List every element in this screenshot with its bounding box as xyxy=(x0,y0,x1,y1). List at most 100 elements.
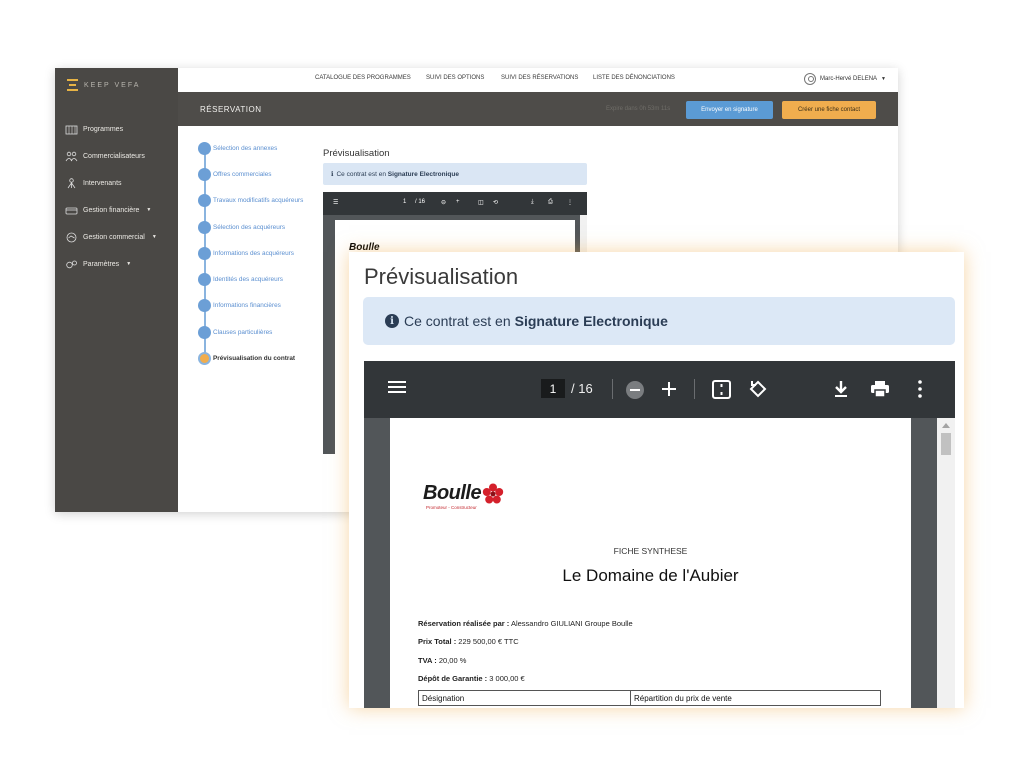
page-title: RÉSERVATION xyxy=(200,105,262,114)
zoom-out-icon[interactable]: ⊖ xyxy=(441,199,446,206)
expiry-timer: Expire dans 0h 53m 11s xyxy=(606,106,671,112)
preview-title: Prévisualisation xyxy=(323,148,390,159)
sidebar: KEEP VEFA Programmes Commercialisateurs … xyxy=(55,68,178,512)
sidebar-item-gestion-financiere[interactable]: Gestion financière ▼ xyxy=(65,203,151,217)
menu-icon[interactable]: ☰ xyxy=(333,199,338,206)
scroll-up-arrow-icon[interactable] xyxy=(942,423,950,428)
signature-alert: i Ce contrat est en Signature Electroniq… xyxy=(363,297,955,345)
logo-icon xyxy=(67,79,78,91)
more-options-icon[interactable] xyxy=(918,380,922,398)
nav-link-catalogue[interactable]: CATALOGUE DES PROGRAMMES xyxy=(315,75,411,81)
step-label: Offres commerciales xyxy=(213,171,272,178)
fit-page-icon[interactable]: ◫ xyxy=(478,199,484,206)
handshake-icon xyxy=(66,232,77,242)
rotate-icon[interactable] xyxy=(748,379,768,399)
step-dot xyxy=(198,168,211,181)
field-label: Prix Total : xyxy=(418,637,457,646)
field-value: 20,00 % xyxy=(438,656,467,665)
send-signature-button[interactable]: Envoyer en signature xyxy=(686,101,773,119)
field-value: 229 500,00 € TTC xyxy=(458,637,519,646)
step-item[interactable]: Informations des acquéreurs xyxy=(198,247,308,260)
step-item[interactable]: Clauses particulières xyxy=(198,326,308,339)
nav-link-denonciations[interactable]: LISTE DES DÉNONCIATIONS xyxy=(593,75,675,81)
download-icon[interactable] xyxy=(833,380,849,398)
document-subtitle: FICHE SYNTHESE xyxy=(613,546,688,556)
sidebar-item-commercialisateurs[interactable]: Commercialisateurs xyxy=(65,149,145,163)
step-label: Travaux modificatifs acquéreurs xyxy=(213,197,304,204)
alert-bold-text: Signature Electronique xyxy=(387,170,459,178)
sidebar-item-gestion-commercial[interactable]: Gestion commercial ▼ xyxy=(65,230,157,244)
zoom-out-icon[interactable] xyxy=(625,380,645,400)
download-icon[interactable]: ⤓ xyxy=(531,199,534,206)
step-item[interactable]: Travaux modificatifs acquéreurs xyxy=(198,194,308,207)
user-name: Marc-Hervé DELENA xyxy=(820,76,878,82)
step-dot xyxy=(198,221,211,234)
step-item[interactable]: Sélection des acquéreurs xyxy=(198,221,308,234)
pdf-scrollbar[interactable] xyxy=(937,418,955,708)
user-menu[interactable]: Marc-Hervé DELENA ▼ xyxy=(804,73,886,85)
print-icon[interactable]: ⎙ xyxy=(548,199,553,206)
page-total: / 16 xyxy=(415,199,426,205)
step-label: Informations des acquéreurs xyxy=(213,250,294,257)
step-label: Clauses particulières xyxy=(213,329,273,336)
sidebar-item-programmes[interactable]: Programmes xyxy=(65,122,123,136)
top-navigation: CATALOGUE DES PROGRAMMES SUIVI DES OPTIO… xyxy=(178,68,898,92)
step-dot xyxy=(198,326,211,339)
building-icon xyxy=(65,125,78,134)
toolbar-divider xyxy=(612,379,613,399)
step-item-current[interactable]: Prévisualisation du contrat xyxy=(198,352,308,365)
pdf-toolbar-small: ☰ 1 / 16 ⊖ + ◫ ⟲ ⤓ ⎙ ⋮ xyxy=(323,192,587,215)
page-number-input[interactable]: 1 xyxy=(541,379,565,398)
field-value: 3 000,00 € xyxy=(489,674,525,683)
alert-bold-text: Signature Electronique xyxy=(514,313,668,329)
info-icon: ℹ xyxy=(331,171,334,178)
document-title: Le Domaine de l'Aubier xyxy=(562,566,739,585)
pdf-viewer[interactable]: 1 / 16 Boulle Promoteur - Constructeur F… xyxy=(364,361,955,708)
step-item[interactable]: Sélection des annexes xyxy=(198,142,308,155)
step-item[interactable]: Offres commerciales xyxy=(198,168,308,181)
step-item[interactable]: Identités des acquéreurs xyxy=(198,273,308,286)
caret-down-icon: ▼ xyxy=(146,207,152,213)
print-icon[interactable] xyxy=(870,381,890,398)
fit-page-icon[interactable] xyxy=(712,380,731,399)
alert-text: Ce contrat est en xyxy=(336,170,386,178)
scroll-thumb[interactable] xyxy=(941,433,951,455)
page-total: / 16 xyxy=(571,381,593,396)
field-tva: TVA : 20,00 % xyxy=(418,656,466,665)
nav-link-reservations[interactable]: SUIVI DES RÉSERVATIONS xyxy=(501,75,578,81)
people-icon xyxy=(65,151,78,161)
sidebar-item-label: Programmes xyxy=(83,125,124,133)
logo-text: KEEP VEFA xyxy=(84,81,141,89)
sidebar-item-parametres[interactable]: Paramètres ▼ xyxy=(65,257,131,271)
alert-text: Ce contrat est en xyxy=(404,313,511,329)
sidebar-item-label: Intervenants xyxy=(83,179,122,187)
step-dot xyxy=(198,142,211,155)
sidebar-item-intervenants[interactable]: Intervenants xyxy=(65,176,122,190)
zoom-in-icon[interactable] xyxy=(661,381,677,397)
gears-icon xyxy=(66,260,77,268)
sidebar-item-label: Paramètres xyxy=(83,260,120,268)
toolbar-divider xyxy=(694,379,695,399)
nav-link-options[interactable]: SUIVI DES OPTIONS xyxy=(426,75,484,81)
field-prix-total: Prix Total : 229 500,00 € TTC xyxy=(418,637,519,646)
step-item[interactable]: Informations financières xyxy=(198,299,308,312)
brand-tagline: Promoteur - Constructeur xyxy=(426,505,477,510)
field-label: Dépôt de Garantie : xyxy=(418,674,488,683)
zoom-in-icon[interactable]: + xyxy=(456,199,460,205)
rotate-icon[interactable]: ⟲ xyxy=(493,199,498,206)
page-number[interactable]: 1 xyxy=(403,199,406,205)
signature-alert: ℹ Ce contrat est en Signature Electroniq… xyxy=(323,163,587,185)
worker-icon xyxy=(67,177,76,188)
sidebar-item-label: Commercialisateurs xyxy=(83,152,145,160)
field-label: Réservation réalisée par : xyxy=(418,619,510,628)
wallet-icon xyxy=(65,207,78,214)
info-icon: i xyxy=(385,314,399,328)
more-icon[interactable]: ⋮ xyxy=(567,199,573,206)
zoomed-preview-panel: Prévisualisation i Ce contrat est en Sig… xyxy=(349,252,964,708)
pdf-toolbar: 1 / 16 xyxy=(364,361,955,418)
caret-down-icon: ▼ xyxy=(881,76,886,82)
preview-section-small: Prévisualisation ℹ Ce contrat est en Sig… xyxy=(323,148,588,185)
create-contact-button[interactable]: Créer une fiche contact xyxy=(782,101,876,119)
step-label: Identités des acquéreurs xyxy=(213,276,283,283)
menu-icon[interactable] xyxy=(388,379,406,395)
